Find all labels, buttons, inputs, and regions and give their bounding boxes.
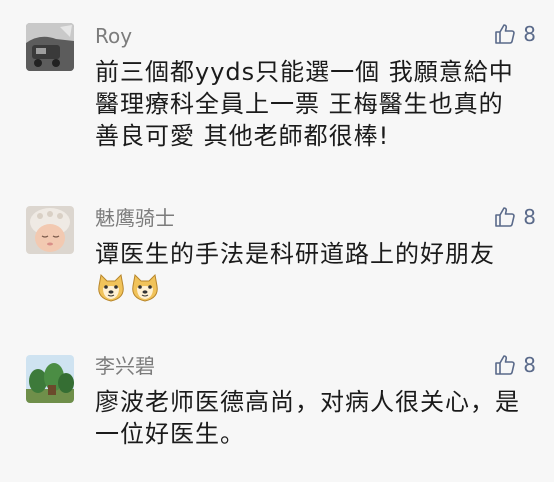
comment-text-line: 廖波老师医德高尚，对病人很关心，是 bbox=[95, 388, 520, 416]
avatar[interactable] bbox=[26, 23, 74, 71]
comment-text: 廖波老师医德高尚，对病人很关心，是 一位好医生。 bbox=[95, 386, 535, 450]
comment-text-line: 一位好医生。 bbox=[95, 420, 245, 448]
doge-emoji bbox=[98, 273, 124, 302]
avatar[interactable] bbox=[26, 355, 74, 403]
emoji-row bbox=[95, 272, 161, 304]
like-button[interactable]: 8 bbox=[493, 22, 536, 46]
like-count: 8 bbox=[523, 22, 536, 46]
like-count: 8 bbox=[523, 205, 536, 229]
comment-text-line: 前三個都yyds只能選一個 我願意給中 bbox=[95, 58, 514, 86]
avatar[interactable] bbox=[26, 206, 74, 254]
doge-emoji bbox=[132, 273, 158, 302]
commenter-name[interactable]: 李兴碧 bbox=[95, 354, 155, 378]
commenter-name[interactable]: 魅鹰骑士 bbox=[95, 206, 175, 230]
comment-text-line: 醫理療科全員上一票 王梅醫生也真的 bbox=[95, 90, 504, 118]
comment-text-line: 谭医生的手法是科研道路上的好朋友 bbox=[95, 240, 495, 268]
like-button[interactable]: 8 bbox=[493, 205, 536, 229]
comment-text: 前三個都yyds只能選一個 我願意給中 醫理療科全員上一票 王梅醫生也真的 善良… bbox=[95, 56, 535, 152]
comment-text-line: 善良可愛 其他老師都很棒! bbox=[95, 122, 390, 150]
like-count: 8 bbox=[523, 353, 536, 377]
like-button[interactable]: 8 bbox=[493, 353, 536, 377]
thumbs-up-icon bbox=[495, 24, 516, 44]
comment-text: 谭医生的手法是科研道路上的好朋友 bbox=[95, 238, 535, 270]
commenter-name[interactable]: Roy bbox=[95, 24, 132, 48]
thumbs-up-icon bbox=[495, 207, 516, 227]
thumbs-up-icon bbox=[495, 355, 516, 375]
